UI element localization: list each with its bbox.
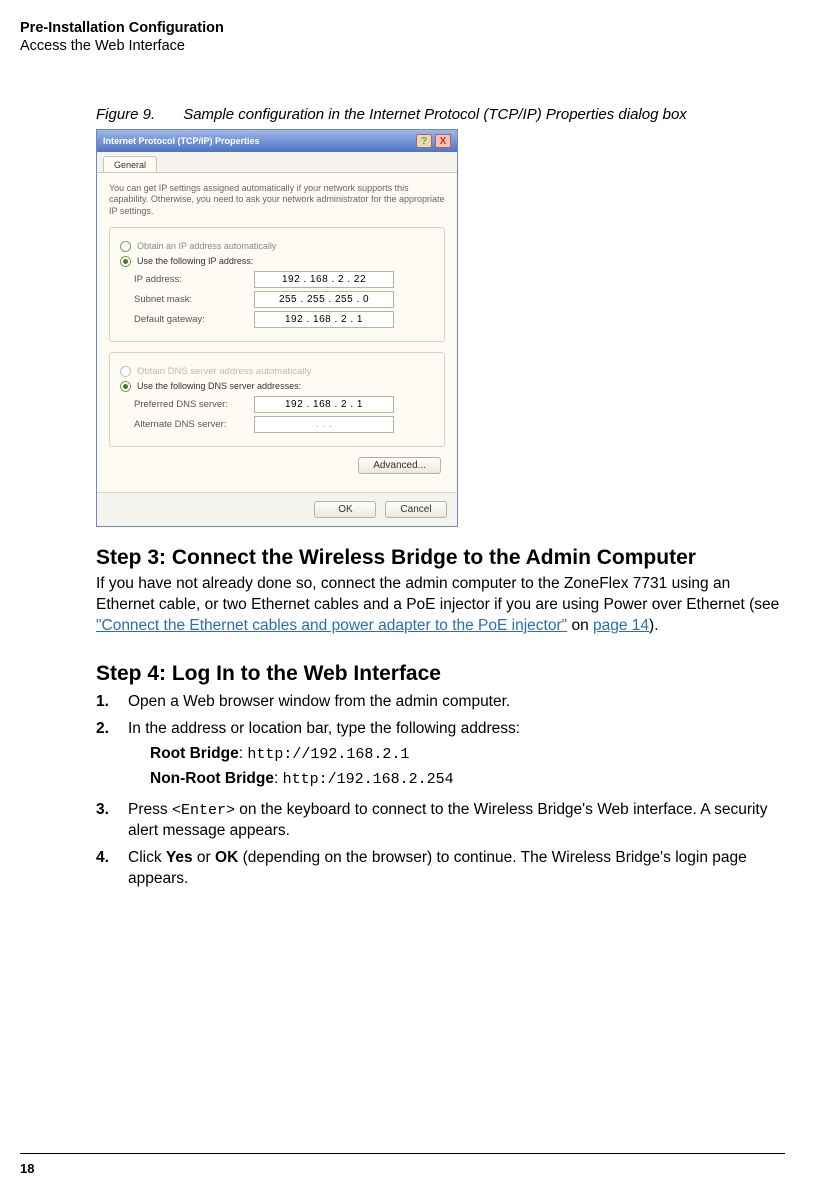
dialog-titlebar: Internet Protocol (TCP/IP) Properties ? … [97, 130, 457, 152]
ok-button[interactable]: OK [314, 501, 376, 518]
subnet-mask-label: Subnet mask: [134, 294, 254, 305]
step-number: 3. [96, 800, 118, 842]
dns-group: Obtain DNS server address automatically … [109, 352, 445, 447]
radio-icon [120, 381, 131, 392]
page-number: 18 [20, 1161, 34, 1176]
tab-general[interactable]: General [103, 156, 157, 172]
step-text: Open a Web browser window from the admin… [128, 692, 785, 713]
non-root-bridge-label: Non-Root Bridge [150, 770, 274, 787]
radio-icon [120, 256, 131, 267]
dialog-footer: OK Cancel [97, 492, 457, 526]
radio-use-following-dns[interactable]: Use the following DNS server addresses: [120, 381, 434, 392]
close-icon[interactable]: X [435, 134, 451, 148]
radio-label: Obtain an IP address automatically [137, 241, 276, 251]
root-bridge-url: http://192.168.2.1 [247, 746, 409, 763]
dialog-title: Internet Protocol (TCP/IP) Properties [103, 136, 260, 146]
preferred-dns-field[interactable]: 192 . 168 . 2 . 1 [254, 396, 394, 413]
radio-obtain-ip-auto[interactable]: Obtain an IP address automatically [120, 241, 434, 252]
radio-icon [120, 241, 131, 252]
step4-item-3: 3. Press <Enter> on the keyboard to conn… [96, 800, 785, 842]
step3-text-1: If you have not already done so, connect… [96, 575, 779, 613]
advanced-button[interactable]: Advanced... [358, 457, 441, 474]
dialog-intro-text: You can get IP settings assigned automat… [109, 183, 445, 217]
ip-address-label: IP address: [134, 274, 254, 285]
default-gateway-field[interactable]: 192 . 168 . 2 . 1 [254, 311, 394, 328]
step4-item-4: 4. Click Yes or OK (depending on the bro… [96, 848, 785, 890]
ip-address-field[interactable]: 192 . 168 . 2 . 22 [254, 271, 394, 288]
tcpip-properties-dialog: Internet Protocol (TCP/IP) Properties ? … [96, 129, 458, 527]
text-fragment: Click [128, 849, 166, 866]
step-number: 1. [96, 692, 118, 713]
subnet-mask-field[interactable]: 255 . 255 . 255 . 0 [254, 291, 394, 308]
step-text: In the address or location bar, type the… [128, 720, 520, 737]
dialog-tabbar: General [97, 152, 457, 173]
enter-key: <Enter> [172, 802, 235, 819]
step3-body: If you have not already done so, connect… [96, 574, 785, 637]
figure-caption-text: Sample configuration in the Internet Pro… [183, 106, 687, 123]
figure-label: Figure 9. [96, 106, 155, 123]
text-fragment: or [193, 849, 215, 866]
radio-use-following-ip[interactable]: Use the following IP address: [120, 256, 434, 267]
step-text: Press <Enter> on the keyboard to connect… [128, 800, 785, 842]
non-root-bridge-url: http:/192.168.2.254 [283, 771, 454, 788]
alternate-dns-field[interactable]: . . . [254, 416, 394, 433]
figure-caption: Figure 9. Sample configuration in the Int… [96, 106, 785, 123]
radio-icon [120, 366, 131, 377]
ip-address-group: Obtain an IP address automatically Use t… [109, 227, 445, 342]
help-icon[interactable]: ? [416, 134, 432, 148]
step3-heading: Step 3: Connect the Wireless Bridge to t… [96, 545, 785, 570]
step-text: Click Yes or OK (depending on the browse… [128, 848, 785, 890]
radio-label: Use the following IP address: [137, 256, 253, 266]
step3-text-end: ). [649, 617, 658, 634]
step4-item-2: 2. In the address or location bar, type … [96, 719, 785, 794]
doc-section-subtitle: Access the Web Interface [20, 38, 785, 54]
link-page-14[interactable]: page 14 [593, 617, 649, 634]
alternate-dns-label: Alternate DNS server: [134, 419, 254, 430]
text-fragment: Press [128, 801, 172, 818]
step4-heading: Step 4: Log In to the Web Interface [96, 661, 785, 686]
step-number: 2. [96, 719, 118, 794]
link-connect-ethernet-cables[interactable]: "Connect the Ethernet cables and power a… [96, 617, 567, 634]
footer-rule [20, 1153, 785, 1154]
preferred-dns-label: Preferred DNS server: [134, 399, 254, 410]
step4-item-1: 1. Open a Web browser window from the ad… [96, 692, 785, 713]
radio-obtain-dns-auto: Obtain DNS server address automatically [120, 366, 434, 377]
step3-text-mid: on [567, 617, 593, 634]
doc-section-title: Pre-Installation Configuration [20, 20, 785, 36]
default-gateway-label: Default gateway: [134, 314, 254, 325]
step-number: 4. [96, 848, 118, 890]
radio-label: Obtain DNS server address automatically [137, 366, 311, 377]
cancel-button[interactable]: Cancel [385, 501, 447, 518]
yes-label: Yes [166, 849, 193, 866]
root-bridge-label: Root Bridge [150, 745, 239, 762]
ok-label: OK [215, 849, 238, 866]
radio-label: Use the following DNS server addresses: [137, 381, 301, 391]
